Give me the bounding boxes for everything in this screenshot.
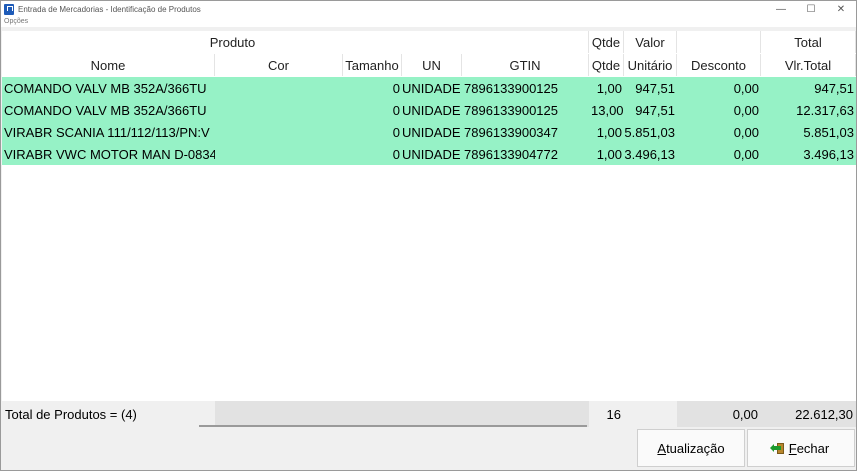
- menu-bar: Opções: [1, 17, 856, 27]
- cell-unitario: 3.496,13: [624, 146, 675, 162]
- cell-cor: [215, 77, 343, 99]
- header-group-produto: Produto: [209, 34, 256, 50]
- totals-spacer: [215, 401, 589, 427]
- fechar-button[interactable]: Fechar: [747, 429, 855, 467]
- app-logo-icon: [4, 3, 14, 15]
- title-bar: Entrada de Mercadorias - Identificação d…: [1, 1, 856, 17]
- exit-door-icon: [769, 442, 785, 455]
- total-vlr-total: 22.612,30: [761, 401, 856, 427]
- cell-desconto: 0,00: [733, 124, 759, 140]
- cell-qtde: 13,00: [591, 102, 624, 118]
- cell-un: UNIDADE: [402, 102, 461, 118]
- total-qtde: 16: [606, 406, 621, 422]
- cell-un: UNIDADE: [402, 80, 461, 96]
- atualizacao-mnemonic: A: [657, 440, 667, 456]
- column-header-cor[interactable]: Cor: [215, 54, 343, 76]
- cell-tamanho: 0: [392, 102, 400, 118]
- table-row[interactable]: COMANDO VALV MB 352A/366TU 0 UNIDADE 789…: [2, 99, 856, 121]
- cell-unitario: 5.851,03: [624, 124, 675, 140]
- cell-cor: [215, 99, 343, 121]
- cell-vlr-total: 12.317,63: [796, 102, 854, 118]
- cell-un: UNIDADE: [402, 146, 461, 162]
- cell-nome: COMANDO VALV MB 352A/366TU: [4, 80, 207, 96]
- totals-spacer-valor: [624, 401, 677, 427]
- total-desconto: 0,00: [677, 401, 761, 427]
- atualizacao-label: tualização: [666, 440, 725, 456]
- window-controls: — ☐ ✕: [766, 1, 856, 17]
- cell-gtin: 7896133900347: [464, 124, 558, 140]
- cell-tamanho: 0: [392, 146, 400, 162]
- grid-group-header: Produto Qtde Valor Total: [2, 31, 856, 53]
- cell-qtde: 1,00: [596, 124, 622, 140]
- cell-unitario: 947,51: [635, 102, 675, 118]
- products-grid[interactable]: Produto Qtde Valor Total Nome Cor Tamanh…: [2, 31, 856, 427]
- table-row[interactable]: VIRABR SCANIA 111/112/113/PN:V 0 UNIDADE…: [2, 121, 856, 143]
- window-title: Entrada de Mercadorias - Identificação d…: [18, 4, 201, 14]
- cell-desconto: 0,00: [733, 102, 759, 118]
- cell-gtin: 7896133900125: [464, 102, 558, 118]
- cell-cor: [215, 143, 343, 165]
- cell-desconto: 0,00: [733, 146, 759, 162]
- cell-un: UNIDADE: [402, 124, 461, 140]
- cell-unitario: 947,51: [635, 80, 675, 96]
- table-row[interactable]: VIRABR VWC MOTOR MAN D-0834 0 UNIDADE 78…: [2, 143, 856, 165]
- column-header-tamanho[interactable]: Tamanho: [343, 54, 402, 76]
- app-window: Entrada de Mercadorias - Identificação d…: [0, 0, 857, 471]
- total-produtos-label: Total de Produtos = (4): [5, 406, 137, 422]
- column-header-gtin[interactable]: GTIN: [462, 54, 589, 76]
- cell-desconto: 0,00: [733, 80, 759, 96]
- cell-tamanho: 0: [392, 124, 400, 140]
- maximize-button[interactable]: ☐: [796, 1, 826, 17]
- atualizacao-button[interactable]: Atualização: [637, 429, 745, 467]
- cell-nome: VIRABR VWC MOTOR MAN D-0834: [4, 146, 215, 162]
- column-header-qtde[interactable]: Qtde: [589, 54, 624, 76]
- header-group-qtde: Qtde: [589, 31, 624, 53]
- fechar-label: echar: [796, 440, 830, 456]
- fechar-mnemonic: F: [788, 440, 797, 456]
- menu-options[interactable]: Opções: [4, 17, 28, 27]
- header-spacer: [463, 31, 589, 53]
- cell-nome: VIRABR SCANIA 111/112/113/PN:V: [4, 124, 210, 140]
- cell-qtde: 1,00: [596, 80, 622, 96]
- column-header-unitario[interactable]: Unitário: [624, 54, 677, 76]
- cell-cor: [215, 121, 343, 143]
- column-header-desconto[interactable]: Desconto: [677, 54, 761, 76]
- minimize-button[interactable]: —: [766, 1, 796, 17]
- header-group-total: Total: [761, 31, 856, 53]
- grid-column-header: Nome Cor Tamanho UN GTIN Qtde Unitário D…: [2, 54, 856, 76]
- cell-qtde: 1,00: [596, 146, 622, 162]
- header-group-desconto-spacer: [677, 31, 761, 53]
- cell-tamanho: 0: [392, 80, 400, 96]
- column-header-vlr-total[interactable]: Vlr.Total: [761, 54, 856, 76]
- cell-nome: COMANDO VALV MB 352A/366TU: [4, 102, 207, 118]
- cell-vlr-total: 947,51: [814, 80, 854, 96]
- cell-vlr-total: 5.851,03: [803, 124, 854, 140]
- cell-vlr-total: 3.496,13: [803, 146, 854, 162]
- header-group-valor: Valor: [624, 31, 677, 53]
- column-header-nome[interactable]: Nome: [2, 54, 215, 76]
- column-header-un[interactable]: UN: [402, 54, 462, 76]
- close-button[interactable]: ✕: [826, 1, 856, 17]
- table-row[interactable]: COMANDO VALV MB 352A/366TU 0 UNIDADE 789…: [2, 77, 856, 99]
- totals-bar: Total de Produtos = (4) 16 0,00 22.612,3…: [2, 401, 856, 427]
- cell-gtin: 7896133900125: [464, 80, 558, 96]
- horizontal-scrollbar[interactable]: [199, 425, 587, 427]
- cell-gtin: 7896133904772: [464, 146, 558, 162]
